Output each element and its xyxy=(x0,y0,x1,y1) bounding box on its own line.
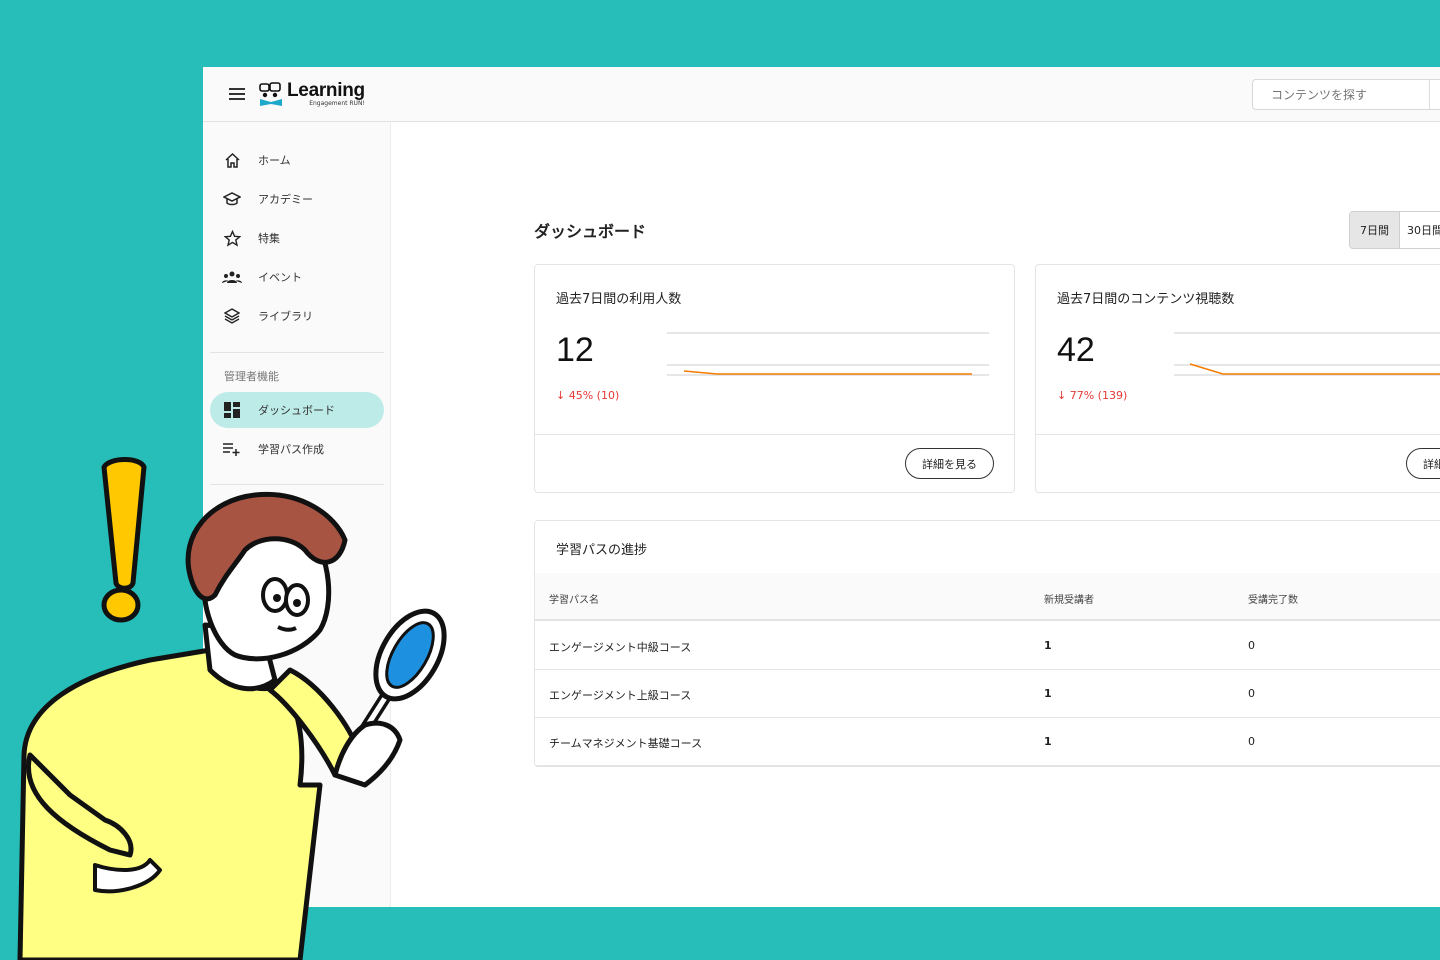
column-header[interactable]: 新規受講者 xyxy=(1044,591,1094,606)
sparkline-chart xyxy=(667,332,989,376)
sidebar-item-features[interactable]: 特集 xyxy=(210,220,384,256)
new-learners-cell: 1 xyxy=(1044,735,1052,748)
spark-line xyxy=(683,370,972,375)
table-header: 学習パス名 新規受講者 受講完了数 xyxy=(535,573,1440,621)
card-divider xyxy=(1036,434,1440,435)
range-30-days-button[interactable]: 30日間 xyxy=(1400,212,1440,248)
path-name-cell: チームマネジメント基礎コース xyxy=(549,737,703,750)
path-name-cell: エンゲージメント中級コース xyxy=(549,641,692,654)
sidebar-divider xyxy=(210,352,384,353)
search-input[interactable] xyxy=(1252,79,1440,110)
group-icon xyxy=(222,267,242,287)
sidebar-item-library[interactable]: ライブラリ xyxy=(210,298,384,334)
card-value: 12 xyxy=(556,331,594,369)
home-icon xyxy=(222,150,242,170)
card-delta: ↓ 77% (139) xyxy=(1057,389,1127,402)
sidebar-item-label: イベント xyxy=(258,271,302,284)
card-title: 過去7日間のコンテンツ視聴数 xyxy=(1057,292,1235,307)
sidebar-item-home[interactable]: ホーム xyxy=(210,142,384,178)
card-divider xyxy=(535,434,1014,435)
arrow-down-icon: ↓ xyxy=(556,389,566,402)
table-row[interactable]: エンゲージメント上級コース 1 0 xyxy=(535,670,1440,718)
column-header[interactable]: 受講完了数 xyxy=(1248,591,1298,606)
page-title: ダッシュボード xyxy=(534,222,647,241)
card-delta: ↓ 45% (10) xyxy=(556,389,619,402)
details-button[interactable]: 詳細を見る xyxy=(1406,448,1440,479)
sidebar-item-academy[interactable]: アカデミー xyxy=(210,181,384,217)
range-7-days-button[interactable]: 7日間 xyxy=(1350,212,1400,248)
completed-cell: 0 xyxy=(1248,735,1255,748)
sidebar-item-label: 特集 xyxy=(258,232,280,245)
table-title: 学習パスの進捗 xyxy=(556,543,648,558)
person-with-magnifier-illustration xyxy=(17,457,447,960)
card-delta-value: 45% (10) xyxy=(568,389,620,402)
sidebar-item-label: アカデミー xyxy=(258,193,313,206)
sidebar-item-label: ダッシュボード xyxy=(258,404,335,417)
app-logo[interactable]: Learning Engagement RUN! xyxy=(258,81,365,107)
logo-subtitle: Engagement RUN! xyxy=(309,100,365,107)
column-header[interactable]: 学習パス名 xyxy=(549,591,599,606)
range-toggle-group: 7日間 30日間 xyxy=(1349,211,1440,249)
graduation-cap-icon xyxy=(222,189,242,209)
learning-path-progress-card: 学習パスの進捗 学習パス名 新規受講者 受講完了数 エンゲージメント中級コース … xyxy=(534,520,1440,767)
completed-cell: 0 xyxy=(1248,687,1255,700)
logo-title: Learning xyxy=(287,80,365,101)
sparkline-chart xyxy=(1174,332,1440,376)
admin-section-label: 管理者機能 xyxy=(224,370,279,383)
users-stat-card: 過去7日間の利用人数 12 ↓ 45% (10) 詳細を見る xyxy=(534,264,1015,493)
card-title: 過去7日間の利用人数 xyxy=(556,292,682,307)
path-name-cell: エンゲージメント上級コース xyxy=(549,689,692,702)
sidebar-item-dashboard[interactable]: ダッシュボード xyxy=(210,392,384,428)
new-learners-cell: 1 xyxy=(1044,639,1052,652)
sidebar-item-label: ライブラリ xyxy=(258,310,313,323)
sidebar-item-label: ホーム xyxy=(258,154,291,167)
card-value: 42 xyxy=(1057,331,1095,369)
sidebar-item-events[interactable]: イベント xyxy=(210,259,384,295)
library-icon xyxy=(222,306,242,326)
logo-mark-icon xyxy=(259,82,282,106)
table-row[interactable]: チームマネジメント基礎コース 1 0 xyxy=(535,718,1440,766)
details-button[interactable]: 詳細を見る xyxy=(905,448,994,479)
completed-cell: 0 xyxy=(1248,639,1255,652)
exclamation-mark-icon xyxy=(101,457,147,623)
dashboard-icon xyxy=(222,400,242,420)
views-stat-card: 過去7日間のコンテンツ視聴数 42 ↓ 77% (139) 詳細を見る xyxy=(1035,264,1440,493)
new-learners-cell: 1 xyxy=(1044,687,1052,700)
top-bar: Learning Engagement RUN! xyxy=(203,67,1440,122)
star-icon xyxy=(222,228,242,248)
main-content: ダッシュボード 7日間 30日間 過去7日間の利用人数 12 ↓ 45% (10… xyxy=(391,122,1440,907)
menu-icon[interactable] xyxy=(229,88,245,101)
table-row[interactable]: エンゲージメント中級コース 1 0 xyxy=(535,622,1440,670)
card-delta-value: 77% (139) xyxy=(1069,389,1128,402)
arrow-down-icon: ↓ xyxy=(1057,389,1067,402)
search-divider xyxy=(1429,79,1430,110)
